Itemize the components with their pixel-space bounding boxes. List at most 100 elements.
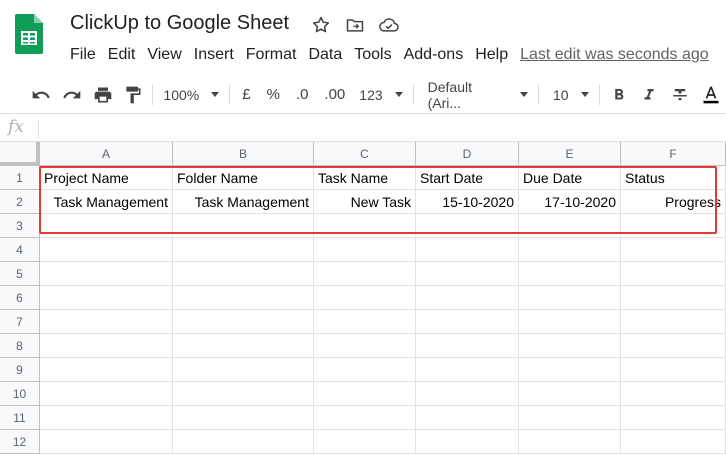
- cell-b5[interactable]: [173, 262, 314, 286]
- cell-f9[interactable]: [621, 358, 726, 382]
- menu-file[interactable]: File: [64, 44, 102, 66]
- row-header-10[interactable]: 10: [0, 382, 40, 406]
- cell-f12[interactable]: [621, 430, 726, 454]
- cell-c3[interactable]: [314, 214, 416, 238]
- row-header-6[interactable]: 6: [0, 286, 40, 310]
- cell-f6[interactable]: [621, 286, 726, 310]
- paint-format-icon[interactable]: [118, 80, 149, 110]
- cell-a10[interactable]: [40, 382, 173, 406]
- cell-a3[interactable]: [40, 214, 173, 238]
- cell-c9[interactable]: [314, 358, 416, 382]
- row-header-11[interactable]: 11: [0, 406, 40, 430]
- cell-b6[interactable]: [173, 286, 314, 310]
- bold-icon[interactable]: [604, 80, 635, 110]
- formula-bar[interactable]: fx: [0, 116, 726, 142]
- decrease-decimal-button[interactable]: .0: [288, 80, 317, 110]
- more-formats-select[interactable]: 123: [353, 80, 408, 110]
- row-header-9[interactable]: 9: [0, 358, 40, 382]
- cell-e10[interactable]: [519, 382, 621, 406]
- cell-c10[interactable]: [314, 382, 416, 406]
- cell-f7[interactable]: [621, 310, 726, 334]
- cloud-saved-icon[interactable]: [378, 14, 400, 36]
- column-header-d[interactable]: D: [416, 142, 519, 166]
- menu-help[interactable]: Help: [469, 44, 514, 66]
- spreadsheet-grid[interactable]: A B C D E F 1 Project Name Folder Name Task Name S…: [0, 142, 726, 455]
- cell-a12[interactable]: [40, 430, 173, 454]
- cell-a11[interactable]: [40, 406, 173, 430]
- cell-c2[interactable]: New Task: [314, 190, 416, 214]
- cell-b12[interactable]: [173, 430, 314, 454]
- cell-e12[interactable]: [519, 430, 621, 454]
- cell-c1[interactable]: Task Name: [314, 166, 416, 190]
- cell-a5[interactable]: [40, 262, 173, 286]
- cell-b10[interactable]: [173, 382, 314, 406]
- cell-a4[interactable]: [40, 238, 173, 262]
- select-all-corner[interactable]: [0, 142, 40, 166]
- cell-b4[interactable]: [173, 238, 314, 262]
- row-header-12[interactable]: 12: [0, 430, 40, 454]
- row-header-1[interactable]: 1: [0, 166, 40, 190]
- text-color-icon[interactable]: [695, 80, 726, 110]
- row-header-5[interactable]: 5: [0, 262, 40, 286]
- cell-c7[interactable]: [314, 310, 416, 334]
- cell-d3[interactable]: [416, 214, 519, 238]
- row-header-7[interactable]: 7: [0, 310, 40, 334]
- cell-d1[interactable]: Start Date: [416, 166, 519, 190]
- cell-d2[interactable]: 15-10-2020: [416, 190, 519, 214]
- undo-icon[interactable]: [26, 80, 57, 110]
- format-percent-button[interactable]: %: [259, 80, 288, 110]
- column-header-c[interactable]: C: [314, 142, 416, 166]
- row-header-8[interactable]: 8: [0, 334, 40, 358]
- format-currency-button[interactable]: £: [234, 80, 258, 110]
- cell-a6[interactable]: [40, 286, 173, 310]
- column-header-f[interactable]: F: [621, 142, 726, 166]
- cell-c6[interactable]: [314, 286, 416, 310]
- cell-d6[interactable]: [416, 286, 519, 310]
- cell-e1[interactable]: Due Date: [519, 166, 621, 190]
- cell-e7[interactable]: [519, 310, 621, 334]
- cell-d11[interactable]: [416, 406, 519, 430]
- cell-f10[interactable]: [621, 382, 726, 406]
- cell-d8[interactable]: [416, 334, 519, 358]
- zoom-select[interactable]: 100%: [157, 80, 225, 110]
- cell-f4[interactable]: [621, 238, 726, 262]
- menu-insert[interactable]: Insert: [188, 44, 240, 66]
- cell-e6[interactable]: [519, 286, 621, 310]
- row-header-4[interactable]: 4: [0, 238, 40, 262]
- menu-edit[interactable]: Edit: [102, 44, 142, 66]
- row-header-3[interactable]: 3: [0, 214, 40, 238]
- cell-d10[interactable]: [416, 382, 519, 406]
- cell-e5[interactable]: [519, 262, 621, 286]
- strikethrough-icon[interactable]: [665, 80, 696, 110]
- cell-a7[interactable]: [40, 310, 173, 334]
- star-icon[interactable]: [310, 14, 332, 36]
- menu-data[interactable]: Data: [302, 44, 348, 66]
- cell-c4[interactable]: [314, 238, 416, 262]
- cell-b2[interactable]: Task Management: [173, 190, 314, 214]
- cell-b9[interactable]: [173, 358, 314, 382]
- menu-format[interactable]: Format: [240, 44, 303, 66]
- cell-a2[interactable]: Task Management: [40, 190, 173, 214]
- cell-f11[interactable]: [621, 406, 726, 430]
- cell-e11[interactable]: [519, 406, 621, 430]
- cell-f8[interactable]: [621, 334, 726, 358]
- sheets-logo-icon[interactable]: [15, 14, 43, 54]
- cell-e3[interactable]: [519, 214, 621, 238]
- cell-d9[interactable]: [416, 358, 519, 382]
- font-select[interactable]: Default (Ari...: [418, 79, 534, 111]
- cell-b3[interactable]: [173, 214, 314, 238]
- cell-c12[interactable]: [314, 430, 416, 454]
- column-header-e[interactable]: E: [519, 142, 621, 166]
- menu-tools[interactable]: Tools: [348, 44, 397, 66]
- cell-e8[interactable]: [519, 334, 621, 358]
- cell-b8[interactable]: [173, 334, 314, 358]
- cell-e9[interactable]: [519, 358, 621, 382]
- increase-decimal-button[interactable]: .00: [316, 80, 353, 110]
- print-icon[interactable]: [87, 80, 118, 110]
- row-header-2[interactable]: 2: [0, 190, 40, 214]
- cell-b11[interactable]: [173, 406, 314, 430]
- cell-a9[interactable]: [40, 358, 173, 382]
- cell-c11[interactable]: [314, 406, 416, 430]
- menu-add-ons[interactable]: Add-ons: [398, 44, 470, 66]
- cell-f3[interactable]: [621, 214, 726, 238]
